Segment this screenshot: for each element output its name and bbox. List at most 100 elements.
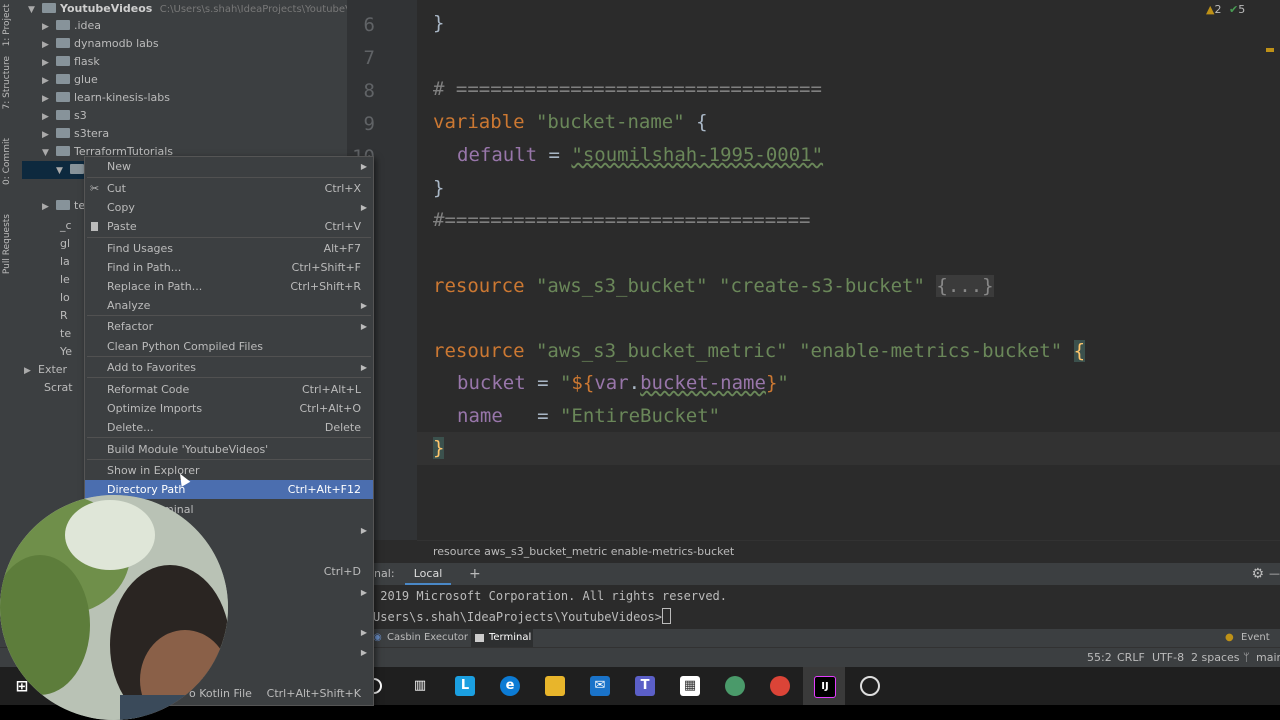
file-encoding[interactable]: UTF-8 — [1152, 648, 1184, 668]
l-app-icon[interactable]: L — [455, 676, 475, 696]
terminal-line: 2019 Microsoft Corporation. All rights r… — [373, 589, 728, 603]
tree-item[interactable]: ▶ .idea — [42, 17, 101, 35]
terminal-header: inal: Local + ⚙ — — [347, 563, 1280, 585]
line-number: 6 — [363, 14, 375, 36]
chevron-right-icon[interactable]: ▶ — [24, 362, 38, 380]
breadcrumb[interactable]: resource aws_s3_bucket_metric enable-met… — [417, 540, 1280, 562]
edge-icon[interactable]: e — [500, 676, 520, 696]
minimize-icon[interactable]: — — [1269, 563, 1280, 585]
menu-item-build-module[interactable]: Build Module 'YoutubeVideos' — [85, 440, 373, 459]
tree-item-label: gl — [60, 237, 71, 250]
chevron-right-icon[interactable]: ▶ — [42, 54, 56, 72]
tree-item-label: te — [60, 327, 72, 340]
menu-item-label: o Kotlin File — [189, 687, 252, 700]
menu-item-analyze[interactable]: Analyze ▶ — [85, 296, 373, 315]
menu-item-reformat-code[interactable]: Reformat Code Ctrl+Alt+L — [85, 380, 373, 399]
menu-item-new[interactable]: New ▶ — [85, 157, 373, 176]
teams-icon[interactable]: T — [635, 676, 655, 696]
folder-icon — [56, 92, 70, 102]
tree-item[interactable]: le — [60, 271, 70, 289]
tree-item-label: glue — [74, 73, 98, 86]
menu-item-delete[interactable]: Delete... Delete — [85, 418, 373, 437]
code-brace: { — [1073, 340, 1086, 362]
external-libraries-item[interactable]: ▶ Exter — [24, 361, 67, 379]
menu-item-label: Refactor — [107, 320, 154, 333]
code-string: "aws_s3_bucket_metric" — [535, 340, 788, 362]
tree-item[interactable]: R — [60, 307, 68, 325]
chevron-down-icon[interactable]: ▼ — [42, 144, 56, 162]
tree-item[interactable]: Ye — [60, 343, 72, 361]
chevron-right-icon[interactable]: ▶ — [42, 90, 56, 108]
project-tool-tab[interactable]: 1: Project — [2, 4, 20, 46]
menu-item-find-usages[interactable]: Find Usages Alt+F7 — [85, 239, 373, 258]
menu-item-find-in-path[interactable]: Find in Path... Ctrl+Shift+F — [85, 258, 373, 277]
chevron-right-icon[interactable]: ▶ — [42, 18, 56, 36]
tab-local[interactable]: Local — [405, 563, 451, 585]
tree-item[interactable]: te — [60, 325, 71, 343]
chevron-down-icon[interactable]: ▼ — [28, 1, 42, 19]
tree-item-label: Scrat — [44, 381, 73, 394]
code-string: "create-s3-bucket" — [719, 275, 925, 297]
bottom-tool-tabs: ◉ Casbin Executor Terminal ● Event Lo — [347, 629, 1280, 661]
chevron-down-icon[interactable]: ▼ — [56, 162, 70, 180]
menu-item-copy[interactable]: Copy ▶ — [85, 198, 373, 217]
chevron-right-icon[interactable]: ▶ — [42, 126, 56, 144]
intellij-icon[interactable]: IJ — [814, 676, 836, 698]
obs-icon[interactable] — [860, 676, 880, 696]
casbin-icon: ◉ — [373, 632, 382, 643]
task-view-icon[interactable]: ▥ — [410, 676, 430, 696]
menu-item-shortcut: Ctrl+Shift+R — [290, 280, 361, 293]
commit-tool-tab[interactable]: 0: Commit — [2, 138, 20, 185]
explorer-icon[interactable] — [545, 676, 565, 696]
menu-item-replace-in-path[interactable]: Replace in Path... Ctrl+Shift+R — [85, 277, 373, 296]
chevron-right-icon[interactable]: ▶ — [42, 36, 56, 54]
scratches-item[interactable]: Scrat — [44, 379, 73, 397]
menu-separator — [87, 437, 371, 438]
tree-item[interactable]: ▶ s3 — [42, 107, 87, 125]
structure-tool-tab[interactable]: 7: Structure — [2, 56, 20, 110]
menu-item-cut[interactable]: ✂ Cut Ctrl+X — [85, 179, 373, 198]
tree-root[interactable]: ▼ YoutubeVideos C:\Users\s.shah\IdeaProje… — [28, 0, 373, 18]
code-keyword: resource — [433, 275, 525, 297]
pull-requests-tool-tab[interactable]: Pull Requests — [2, 214, 20, 274]
tree-item[interactable]: ▶ flask — [42, 53, 100, 71]
line-separator[interactable]: CRLF — [1117, 648, 1145, 668]
tab-casbin-executor[interactable]: Casbin Executor — [387, 629, 468, 647]
tree-item[interactable]: ▶ learn-kinesis-labs — [42, 89, 170, 107]
menu-item-optimize-imports[interactable]: Optimize Imports Ctrl+Alt+O — [85, 399, 373, 418]
mail-icon[interactable]: ✉ — [590, 676, 610, 696]
menu-item-paste[interactable]: Paste Ctrl+V — [85, 217, 373, 236]
tree-item[interactable]: ▶ s3tera — [42, 125, 109, 143]
code-token: . — [628, 372, 641, 394]
chevron-right-icon[interactable]: ▶ — [42, 72, 56, 90]
menu-item-add-to-favorites[interactable]: Add to Favorites ▶ — [85, 358, 373, 377]
terminal-output[interactable]: 2019 Microsoft Corporation. All rights r… — [347, 585, 1280, 629]
gear-icon[interactable]: ⚙ — [1251, 563, 1264, 585]
indent-setting[interactable]: 2 spaces — [1191, 648, 1240, 668]
inspection-widget[interactable]: ▲2 ✔5 — [1206, 3, 1245, 16]
letterbox-bar — [0, 705, 1280, 720]
chrome-icon[interactable] — [770, 676, 790, 696]
add-terminal-button[interactable]: + — [469, 563, 481, 585]
code-string: "aws_s3_bucket" — [535, 275, 708, 297]
menu-item-shortcut: Ctrl+Shift+F — [291, 261, 361, 274]
tree-item[interactable]: gl — [60, 235, 70, 253]
tree-item[interactable]: ▶ glue — [42, 71, 98, 89]
menu-item-shortcut: Ctrl+Alt+Shift+K — [266, 687, 361, 700]
git-branch[interactable]: mair — [1256, 648, 1280, 668]
tree-item[interactable]: la — [60, 253, 70, 271]
chrome-alt-icon[interactable] — [725, 676, 745, 696]
caret-position[interactable]: 55:2 — [1087, 648, 1112, 668]
folded-block[interactable]: {...} — [936, 275, 994, 297]
tree-item[interactable]: _c — [60, 217, 72, 235]
store-icon[interactable]: ▦ — [680, 676, 700, 696]
tree-item[interactable]: ▶ te — [42, 197, 85, 215]
tree-item[interactable]: ▶ dynamodb labs — [42, 35, 159, 53]
chevron-right-icon[interactable]: ▶ — [42, 108, 56, 126]
menu-item-refactor[interactable]: Refactor ▶ — [85, 317, 373, 336]
submenu-arrow-icon: ▶ — [360, 363, 367, 372]
chevron-right-icon[interactable]: ▶ — [42, 198, 56, 216]
tree-item[interactable]: lo — [60, 289, 70, 307]
menu-item-clean-python[interactable]: Clean Python Compiled Files — [85, 337, 373, 356]
menu-item-show-in-explorer[interactable]: Show in Explorer — [85, 461, 373, 480]
